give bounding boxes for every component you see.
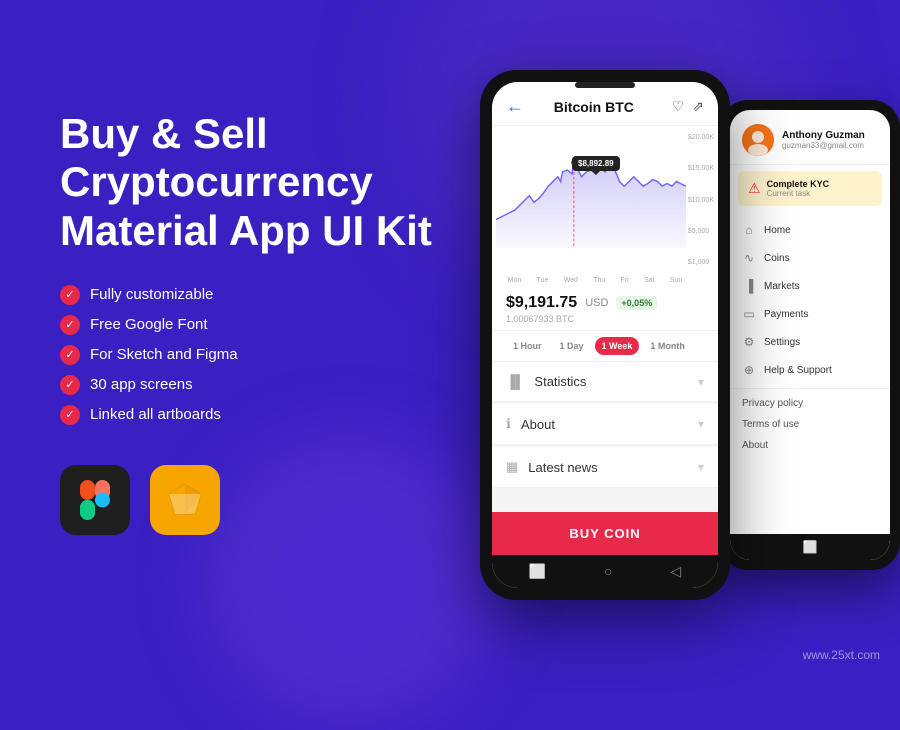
figma-logo (80, 480, 110, 520)
statistics-chevron: ▾ (698, 375, 704, 389)
chart-x-labels: Mon Tue Wed Thu Fri Sat Sun (492, 277, 718, 284)
figma-icon-box (60, 465, 130, 535)
filter-1month[interactable]: 1 Month (643, 337, 692, 355)
buy-coin-button[interactable]: BUY COIN (492, 512, 718, 555)
news-icon: ▦ (506, 459, 518, 475)
about-link[interactable]: About (730, 435, 890, 456)
filter-1day[interactable]: 1 Day (553, 337, 591, 355)
back-nav-button[interactable]: ◁ (670, 563, 681, 580)
news-label: Latest news (528, 460, 688, 475)
about-chevron: ▾ (698, 417, 704, 431)
nav-markets[interactable]: ▐ Markets (730, 272, 890, 300)
kyc-subtitle: Current task (767, 189, 872, 198)
markets-nav-icon: ▐ (742, 279, 756, 293)
avatar-image (742, 124, 774, 156)
accordion-statistics[interactable]: ▐▌ Statistics ▾ (492, 362, 718, 402)
back-nav-side[interactable]: ⬜ (803, 540, 818, 554)
recent-apps-button[interactable]: ⬜ (529, 563, 546, 580)
user-email: guzman33@gmail.com (782, 141, 878, 150)
home-nav-icon: ⌂ (742, 223, 756, 237)
nav-settings[interactable]: ⚙ Settings (730, 328, 890, 356)
sketch-logo (165, 480, 205, 520)
feature-item-3: ✓ For Sketch and Figma (60, 345, 440, 365)
price-chart (496, 134, 686, 248)
news-chevron: ▾ (698, 460, 704, 474)
feature-item-4: ✓ 30 app screens (60, 375, 440, 395)
nav-coins[interactable]: ∿ Coins (730, 244, 890, 272)
accordion-news[interactable]: ▦ Latest news ▾ (492, 447, 718, 488)
payments-nav-icon: ▭ (742, 307, 756, 321)
chart-area: $20.00K $15.00K $10.00K $5,000 $1,000 (492, 126, 718, 286)
coins-nav-icon: ∿ (742, 251, 756, 265)
price-section: $9,191.75 USD +0,05% 1.00067933 BTC (492, 286, 718, 331)
user-info: Anthony Guzman guzman33@gmail.com (782, 130, 878, 150)
check-icon-4: ✓ (60, 375, 80, 395)
tool-icons (60, 465, 440, 535)
side-phone: Anthony Guzman guzman33@gmail.com ⚠ Comp… (720, 100, 900, 570)
price-row: $9,191.75 USD +0,05% (506, 294, 704, 312)
time-filter: 1 Hour 1 Day 1 Week 1 Month (492, 331, 718, 362)
statistics-label: Statistics (534, 374, 688, 389)
about-label: About (521, 417, 688, 432)
nav-divider (730, 388, 890, 389)
price-currency: USD (585, 297, 608, 309)
filter-1hour[interactable]: 1 Hour (506, 337, 549, 355)
terms-link[interactable]: Terms of use (730, 414, 890, 435)
back-button[interactable]: ← (506, 96, 524, 117)
main-phone: ← Bitcoin BTC ♡ ⇗ $20.00K $15.00K $10.00… (480, 70, 730, 600)
phone-screen: ← Bitcoin BTC ♡ ⇗ $20.00K $15.00K $10.00… (492, 82, 718, 588)
kyc-banner[interactable]: ⚠ Complete KYC Current task (738, 171, 882, 206)
privacy-policy-link[interactable]: Privacy policy (730, 393, 890, 414)
phone-notch (575, 82, 635, 88)
settings-nav-icon: ⚙ (742, 335, 756, 349)
user-name: Anthony Guzman (782, 130, 878, 141)
side-header: Anthony Guzman guzman33@gmail.com (730, 110, 890, 165)
accordion-section: ▐▌ Statistics ▾ ℹ About ▾ ▦ Latest news … (492, 362, 718, 512)
price-btc: 1.00067933 BTC (506, 314, 704, 324)
check-icon-5: ✓ (60, 405, 80, 425)
nav-help[interactable]: ⊕ Help & Support (730, 356, 890, 384)
check-icon-3: ✓ (60, 345, 80, 365)
price-change-badge: +0,05% (616, 296, 657, 310)
nav-payments[interactable]: ▭ Payments (730, 300, 890, 328)
user-avatar (742, 124, 774, 156)
side-nav: ⌂ Home ∿ Coins ▐ Markets ▭ Payments ⚙ Se… (730, 212, 890, 534)
side-bottom-bar: ⬜ (730, 534, 890, 560)
phone-bottom-bar: ⬜ ○ ◁ (492, 555, 718, 588)
feature-item-1: ✓ Fully customizable (60, 285, 440, 305)
share-icon[interactable]: ⇗ (692, 98, 704, 115)
left-content: Buy & Sell Cryptocurrency Material App U… (60, 110, 440, 535)
chart-tooltip: $8,892.89 (572, 156, 620, 171)
help-nav-icon: ⊕ (742, 363, 756, 377)
heart-icon[interactable]: ♡ (672, 98, 685, 115)
check-icon-1: ✓ (60, 285, 80, 305)
sketch-icon-box (150, 465, 220, 535)
feature-item-2: ✓ Free Google Font (60, 315, 440, 335)
kyc-title: Complete KYC (767, 179, 872, 189)
feature-item-5: ✓ Linked all artboards (60, 405, 440, 425)
accordion-about[interactable]: ℹ About ▾ (492, 404, 718, 445)
check-icon-2: ✓ (60, 315, 80, 335)
app-header-title: Bitcoin BTC (532, 99, 656, 115)
app-header: ← Bitcoin BTC ♡ ⇗ (492, 82, 718, 126)
header-icons: ♡ ⇗ (672, 98, 704, 115)
features-list: ✓ Fully customizable ✓ Free Google Font … (60, 285, 440, 425)
price-value: $9,191.75 (506, 294, 577, 312)
statistics-icon: ▐▌ (506, 374, 524, 389)
nav-home[interactable]: ⌂ Home (730, 216, 890, 244)
filter-1week[interactable]: 1 Week (595, 337, 640, 355)
kyc-text: Complete KYC Current task (767, 179, 872, 198)
side-screen: Anthony Guzman guzman33@gmail.com ⚠ Comp… (730, 110, 890, 560)
main-title: Buy & Sell Cryptocurrency Material App U… (60, 110, 440, 255)
chart-y-labels: $20.00K $15.00K $10.00K $5,000 $1,000 (688, 134, 714, 266)
home-button[interactable]: ○ (604, 563, 612, 580)
kyc-warning-icon: ⚠ (748, 180, 761, 197)
watermark: www.25xt.com (803, 648, 880, 662)
about-icon: ℹ (506, 416, 511, 432)
